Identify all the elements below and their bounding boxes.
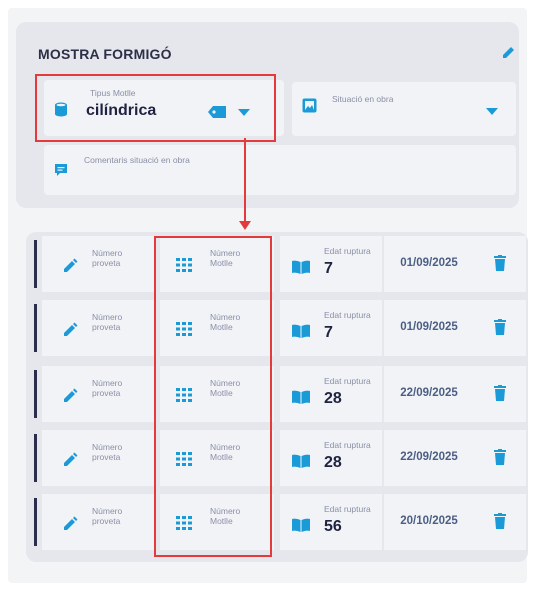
pencil-icon [64, 516, 78, 530]
book-icon [292, 518, 310, 532]
numero-motlle-field[interactable]: Número Motlle [160, 494, 274, 550]
numero-motlle-label: Número Motlle [210, 378, 241, 398]
highlight-arrow [244, 138, 246, 222]
numero-proveta-label: Número proveta [92, 248, 123, 268]
row-accent-bar [34, 304, 37, 352]
grid-icon [176, 388, 192, 402]
pencil-icon [64, 322, 78, 336]
edat-ruptura-field[interactable]: Edat ruptura 28 [280, 366, 382, 422]
data-ruptura-field[interactable]: 01/09/2025 [384, 300, 474, 356]
delete-cell [474, 300, 526, 356]
grid-icon [176, 452, 192, 466]
proveta-row: Número proveta Número Motlle Edat ruptur… [34, 494, 526, 550]
comentaris-field[interactable]: Comentaris situació en obra [44, 145, 516, 195]
edat-ruptura-label: Edat ruptura [324, 440, 371, 450]
numero-motlle-field[interactable]: Número Motlle [160, 236, 274, 292]
numero-proveta-field[interactable]: Número proveta [42, 494, 154, 550]
tipus-motlle-label: Tipus Motlle [90, 88, 136, 98]
numero-motlle-field[interactable]: Número Motlle [160, 366, 274, 422]
book-icon [292, 324, 310, 338]
book-icon [292, 260, 310, 274]
data-ruptura-value: 20/10/2025 [400, 515, 458, 527]
section-title: MOSTRA FORMIGÓ [38, 46, 172, 62]
delete-cell [474, 236, 526, 292]
trash-icon[interactable] [494, 513, 506, 529]
edat-ruptura-label: Edat ruptura [324, 376, 371, 386]
delete-cell [474, 430, 526, 486]
edat-ruptura-value: 28 [324, 390, 342, 407]
pencil-icon [64, 258, 78, 272]
edat-ruptura-field[interactable]: Edat ruptura 56 [280, 494, 382, 550]
trash-icon[interactable] [494, 449, 506, 465]
edat-ruptura-label: Edat ruptura [324, 310, 371, 320]
comentaris-label: Comentaris situació en obra [84, 155, 190, 165]
data-ruptura-value: 01/09/2025 [400, 321, 458, 333]
numero-proveta-label: Número proveta [92, 312, 123, 332]
caret-down-icon[interactable] [486, 108, 498, 116]
edat-ruptura-value: 7 [324, 324, 333, 341]
comment-icon [55, 164, 67, 176]
book-icon [292, 390, 310, 404]
row-accent-bar [34, 498, 37, 546]
data-ruptura-field[interactable]: 20/10/2025 [384, 494, 474, 550]
row-accent-bar [34, 434, 37, 482]
data-ruptura-value: 01/09/2025 [400, 257, 458, 269]
numero-proveta-label: Número proveta [92, 378, 123, 398]
data-ruptura-value: 22/09/2025 [400, 451, 458, 463]
numero-motlle-field[interactable]: Número Motlle [160, 300, 274, 356]
trash-icon[interactable] [494, 319, 506, 335]
data-ruptura-value: 22/09/2025 [400, 387, 458, 399]
numero-motlle-label: Número Motlle [210, 442, 241, 462]
numero-proveta-field[interactable]: Número proveta [42, 300, 154, 356]
proveta-row: Número proveta Número Motlle Edat ruptur… [34, 236, 526, 292]
numero-motlle-label: Número Motlle [210, 506, 241, 526]
pencil-icon [64, 388, 78, 402]
grid-icon [176, 258, 192, 272]
pencil-icon [64, 452, 78, 466]
numero-proveta-field[interactable]: Número proveta [42, 366, 154, 422]
proveta-row: Número proveta Número Motlle Edat ruptur… [34, 366, 526, 422]
data-ruptura-field[interactable]: 22/09/2025 [384, 366, 474, 422]
trash-icon[interactable] [494, 255, 506, 271]
edat-ruptura-label: Edat ruptura [324, 504, 371, 514]
numero-motlle-label: Número Motlle [210, 248, 241, 268]
tipus-motlle-field[interactable]: Tipus Motlle cilíndrica [44, 80, 284, 136]
numero-proveta-label: Número proveta [92, 506, 123, 526]
grid-icon [176, 516, 192, 530]
numero-proveta-field[interactable]: Número proveta [42, 430, 154, 486]
row-accent-bar [34, 370, 37, 418]
edat-ruptura-value: 56 [324, 518, 342, 535]
edat-ruptura-value: 28 [324, 454, 342, 471]
numero-proveta-label: Número proveta [92, 442, 123, 462]
image-frame-icon [302, 98, 317, 113]
numero-motlle-field[interactable]: Número Motlle [160, 430, 274, 486]
numero-proveta-field[interactable]: Número proveta [42, 236, 154, 292]
delete-cell [474, 494, 526, 550]
delete-cell [474, 366, 526, 422]
edat-ruptura-field[interactable]: Edat ruptura 28 [280, 430, 382, 486]
proveta-row: Número proveta Número Motlle Edat ruptur… [34, 430, 526, 486]
database-icon [55, 102, 67, 117]
data-ruptura-field[interactable]: 01/09/2025 [384, 236, 474, 292]
situacio-obra-field[interactable]: Situació en obra [292, 82, 516, 136]
data-ruptura-field[interactable]: 22/09/2025 [384, 430, 474, 486]
numero-motlle-label: Número Motlle [210, 312, 241, 332]
edat-ruptura-label: Edat ruptura [324, 246, 371, 256]
edit-pencil-icon[interactable] [500, 44, 518, 62]
proveta-row: Número proveta Número Motlle Edat ruptur… [34, 300, 526, 356]
edat-ruptura-field[interactable]: Edat ruptura 7 [280, 300, 382, 356]
highlight-arrowhead [239, 221, 251, 230]
edat-ruptura-field[interactable]: Edat ruptura 7 [280, 236, 382, 292]
tipus-motlle-value: cilíndrica [86, 102, 157, 119]
book-icon [292, 454, 310, 468]
grid-icon [176, 322, 192, 336]
situacio-obra-label: Situació en obra [332, 94, 394, 104]
tag-icon[interactable] [208, 106, 226, 118]
row-accent-bar [34, 240, 37, 288]
edat-ruptura-value: 7 [324, 260, 333, 277]
trash-icon[interactable] [494, 385, 506, 401]
caret-down-icon[interactable] [238, 109, 250, 117]
